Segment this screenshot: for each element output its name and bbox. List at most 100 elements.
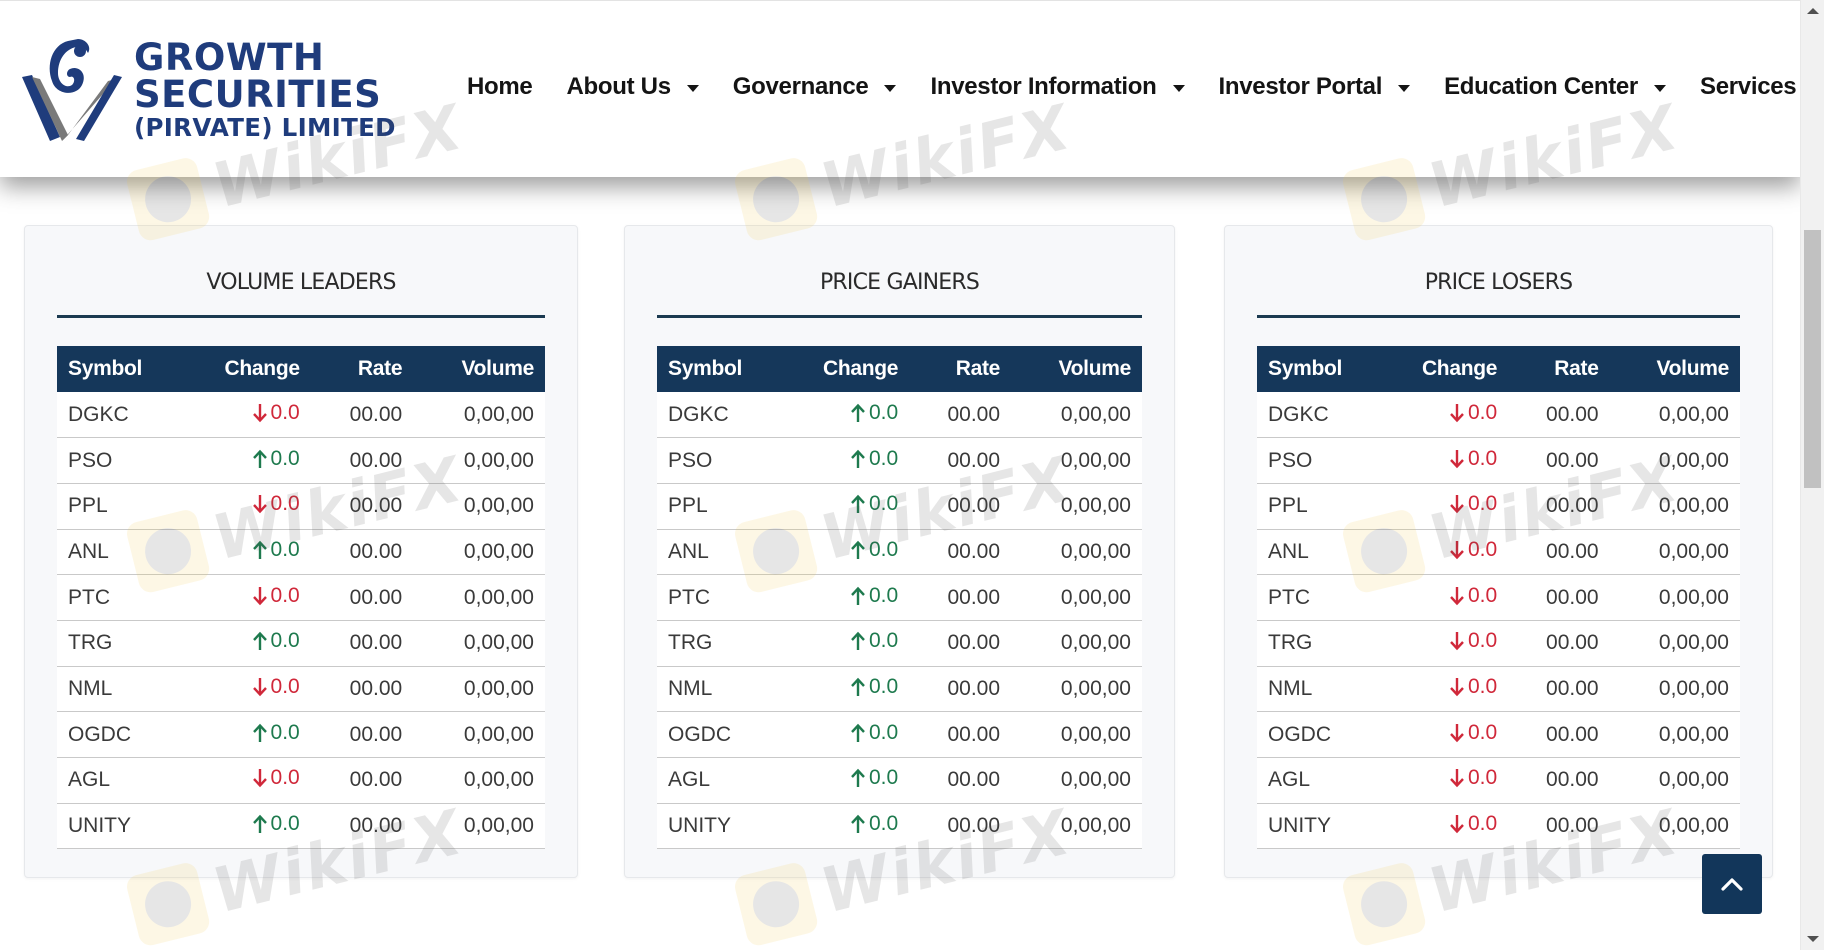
table-row[interactable]: PPL 0.0 00.00 0,00,00: [57, 483, 545, 530]
column-header-symbol[interactable]: Symbol: [657, 346, 788, 392]
symbol-cell[interactable]: NML: [57, 666, 189, 712]
table-row[interactable]: ANL 0.0 00.00 0,00,00: [1257, 529, 1740, 575]
table-row[interactable]: AGL 0.0 00.00 0,00,00: [57, 757, 545, 804]
symbol-cell[interactable]: NML: [1257, 666, 1387, 712]
nav-item-about-us[interactable]: About Us: [566, 73, 699, 101]
change-cell: 0.0: [189, 620, 311, 666]
arrow-up-icon: [851, 723, 865, 742]
symbol-cell[interactable]: DGKC: [657, 392, 788, 438]
back-to-top-button[interactable]: [1702, 854, 1762, 914]
table-row[interactable]: PSO 0.0 00.00 0,00,00: [57, 437, 545, 484]
table-row[interactable]: PSO 0.0 00.00 0,00,00: [657, 437, 1142, 484]
symbol-cell[interactable]: TRG: [657, 620, 788, 666]
symbol-cell[interactable]: PSO: [57, 438, 189, 484]
symbol-cell[interactable]: OGDC: [1257, 712, 1387, 758]
symbol-cell[interactable]: ANL: [1257, 529, 1387, 575]
symbol-cell[interactable]: PTC: [57, 575, 189, 621]
column-header-rate[interactable]: Rate: [909, 346, 1011, 392]
symbol-cell[interactable]: PSO: [1257, 438, 1387, 484]
table-row[interactable]: NML 0.0 00.00 0,00,00: [1257, 666, 1740, 712]
symbol-cell[interactable]: OGDC: [57, 712, 189, 758]
symbol-cell[interactable]: ANL: [657, 529, 788, 575]
symbol-cell[interactable]: UNITY: [57, 803, 189, 849]
nav-item-investor-information[interactable]: Investor Information: [930, 73, 1185, 101]
nav-item-governance[interactable]: Governance: [733, 73, 897, 101]
column-header-change[interactable]: Change: [788, 346, 909, 392]
table-row[interactable]: AGL 0.0 00.00 0,00,00: [657, 757, 1142, 804]
symbol-cell[interactable]: NML: [657, 666, 788, 712]
table-row[interactable]: DGKC 0.0 00.00 0,00,00: [1257, 392, 1740, 438]
change-value: 0.0: [1449, 538, 1497, 562]
nav-item-investor-portal[interactable]: Investor Portal: [1219, 73, 1411, 101]
symbol-cell[interactable]: PPL: [57, 483, 189, 529]
table-row[interactable]: PTC 0.0 00.00 0,00,00: [1257, 574, 1740, 621]
column-header-symbol[interactable]: Symbol: [57, 346, 189, 392]
table-row[interactable]: OGDC 0.0 00.00 0,00,00: [657, 711, 1142, 758]
symbol-cell[interactable]: PTC: [657, 575, 788, 621]
symbol-cell[interactable]: ANL: [57, 529, 189, 575]
symbol-cell[interactable]: AGL: [657, 758, 788, 804]
change-value: 0.0: [1449, 721, 1497, 745]
table-row[interactable]: UNITY 0.0 00.00 0,00,00: [1257, 803, 1740, 849]
nav-item-services[interactable]: Services: [1700, 73, 1800, 101]
rate-cell: 00.00: [349, 585, 403, 609]
column-header-rate[interactable]: Rate: [1508, 346, 1609, 392]
symbol-cell[interactable]: PPL: [1257, 483, 1387, 529]
symbol-cell[interactable]: UNITY: [1257, 803, 1387, 849]
table-row[interactable]: OGDC 0.0 00.00 0,00,00: [57, 711, 545, 758]
price-losers-table: Symbol Change Rate Volume DGKC 0.0 00.00 0,…: [1257, 346, 1740, 849]
table-row[interactable]: ANL 0.0 00.00 0,00,00: [657, 529, 1142, 575]
scroll-down-button[interactable]: [1801, 928, 1824, 950]
arrow-up-icon: [851, 449, 865, 468]
scroll-up-button[interactable]: [1801, 0, 1824, 22]
table-row[interactable]: PTC 0.0 00.00 0,00,00: [657, 574, 1142, 621]
volume-cell: 0,00,00: [1060, 539, 1131, 563]
table-row[interactable]: PPL 0.0 00.00 0,00,00: [1257, 483, 1740, 530]
vertical-scrollbar[interactable]: [1800, 0, 1824, 950]
column-header-change[interactable]: Change: [1387, 346, 1508, 392]
nav-label: About Us: [566, 73, 671, 100]
column-header-change[interactable]: Change: [189, 346, 311, 392]
volume-leaders-table: Symbol Change Rate Volume DGKC 0.0 00.00 0,…: [57, 346, 545, 849]
table-row[interactable]: PTC 0.0 00.00 0,00,00: [57, 574, 545, 621]
nav-item-home[interactable]: Home: [467, 73, 533, 101]
table-row[interactable]: DGKC 0.0 00.00 0,00,00: [657, 392, 1142, 438]
column-header-volume[interactable]: Volume: [1011, 346, 1142, 392]
table-row[interactable]: UNITY 0.0 00.00 0,00,00: [657, 803, 1142, 849]
table-row[interactable]: TRG 0.0 00.00 0,00,00: [657, 620, 1142, 667]
symbol-cell[interactable]: DGKC: [57, 392, 189, 438]
logo[interactable]: GROWTH SECURITIES (PIRVATE) LIMITED: [22, 37, 396, 145]
symbol-cell[interactable]: DGKC: [1257, 392, 1387, 438]
column-header-volume[interactable]: Volume: [1610, 346, 1740, 392]
symbol-cell[interactable]: TRG: [1257, 620, 1387, 666]
table-row[interactable]: DGKC 0.0 00.00 0,00,00: [57, 392, 545, 438]
column-header-rate[interactable]: Rate: [311, 346, 413, 392]
table-row[interactable]: AGL 0.0 00.00 0,00,00: [1257, 757, 1740, 804]
symbol-cell[interactable]: AGL: [57, 758, 189, 804]
column-header-volume[interactable]: Volume: [413, 346, 545, 392]
symbol-cell[interactable]: TRG: [57, 620, 189, 666]
table-row[interactable]: NML 0.0 00.00 0,00,00: [57, 666, 545, 712]
change-value: 0.0: [1449, 401, 1497, 425]
table-row[interactable]: OGDC 0.0 00.00 0,00,00: [1257, 711, 1740, 758]
change-cell: 0.0: [788, 529, 909, 575]
symbol-cell[interactable]: OGDC: [657, 712, 788, 758]
change-value: 0.0: [850, 675, 898, 699]
symbol-cell[interactable]: AGL: [1257, 758, 1387, 804]
change-number: 0.0: [270, 492, 300, 516]
table-row[interactable]: UNITY 0.0 00.00 0,00,00: [57, 803, 545, 849]
table-row[interactable]: TRG 0.0 00.00 0,00,00: [1257, 620, 1740, 667]
column-header-symbol[interactable]: Symbol: [1257, 346, 1387, 392]
symbol-cell[interactable]: PTC: [1257, 575, 1387, 621]
symbol-cell[interactable]: PPL: [657, 483, 788, 529]
table-row[interactable]: PSO 0.0 00.00 0,00,00: [1257, 437, 1740, 484]
table-row[interactable]: PPL 0.0 00.00 0,00,00: [657, 483, 1142, 530]
symbol-cell[interactable]: PSO: [657, 438, 788, 484]
symbol-cell[interactable]: UNITY: [657, 803, 788, 849]
scrollbar-thumb[interactable]: [1804, 230, 1821, 488]
table-row[interactable]: NML 0.0 00.00 0,00,00: [657, 666, 1142, 712]
table-row[interactable]: ANL 0.0 00.00 0,00,00: [57, 529, 545, 575]
arrow-down-icon: [252, 677, 267, 697]
table-row[interactable]: TRG 0.0 00.00 0,00,00: [57, 620, 545, 667]
nav-item-education-center[interactable]: Education Center: [1444, 73, 1666, 101]
